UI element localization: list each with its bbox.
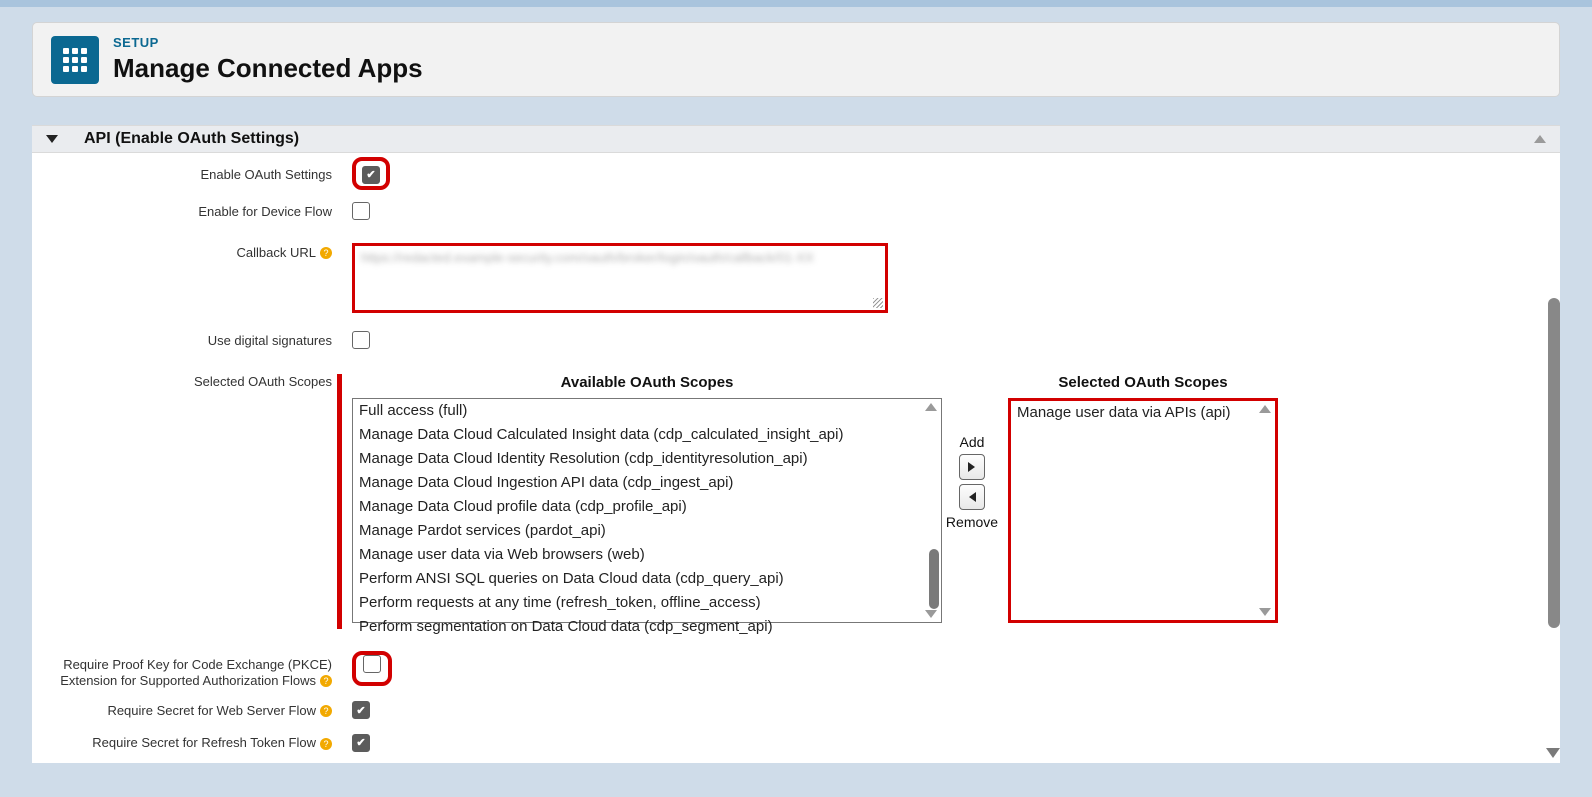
listbox-scroll-up-icon[interactable]: [1259, 405, 1271, 413]
resize-handle-icon[interactable]: [873, 298, 883, 308]
callback-url-input[interactable]: https://redacted.example-security.com/oa…: [352, 243, 888, 313]
enable-oauth-highlight: [352, 157, 390, 190]
pkce-highlight: [352, 651, 392, 686]
add-button[interactable]: [959, 454, 985, 480]
chevron-right-icon: [967, 461, 977, 473]
digital-signatures-checkbox[interactable]: [352, 331, 370, 349]
help-icon[interactable]: ?: [320, 247, 332, 259]
required-indicator: [337, 374, 342, 629]
collapse-toggle-icon[interactable]: [46, 135, 58, 143]
require-secret-refresh-label-text: Require Secret for Refresh Token Flow: [92, 735, 316, 750]
list-item[interactable]: Manage user data via APIs (api): [1011, 401, 1275, 425]
require-secret-web-checkbox[interactable]: [352, 701, 370, 719]
page-title: Manage Connected Apps: [113, 53, 423, 84]
digital-signatures-label: Use digital signatures: [32, 331, 342, 348]
require-pkce-label-text: Require Proof Key for Code Exchange (PKC…: [60, 657, 332, 688]
list-item[interactable]: Manage Data Cloud profile data (cdp_prof…: [353, 495, 941, 519]
help-icon[interactable]: ?: [320, 705, 332, 717]
require-secret-refresh-label: Require Secret for Refresh Token Flow?: [32, 733, 342, 750]
list-item[interactable]: Manage Data Cloud Ingestion API data (cd…: [353, 471, 941, 495]
list-item[interactable]: Manage Pardot services (pardot_api): [353, 519, 941, 543]
callback-url-label: Callback URL?: [32, 243, 342, 260]
available-scopes-listbox[interactable]: Full access (full) Manage Data Cloud Cal…: [352, 398, 942, 623]
enable-oauth-checkbox[interactable]: [362, 166, 380, 184]
list-item[interactable]: Perform segmentation on Data Cloud data …: [353, 615, 941, 639]
list-item[interactable]: Manage Data Cloud Calculated Insight dat…: [353, 423, 941, 447]
remove-button[interactable]: [959, 484, 985, 510]
app-launcher-icon[interactable]: [51, 36, 99, 84]
list-item[interactable]: Manage Data Cloud Identity Resolution (c…: [353, 447, 941, 471]
list-item[interactable]: Perform requests at any time (refresh_to…: [353, 591, 941, 615]
enable-device-flow-checkbox[interactable]: [352, 202, 370, 220]
grid-icon: [63, 48, 87, 72]
remove-label: Remove: [946, 514, 998, 530]
form-body: Enable OAuth Settings Enable for Device …: [32, 153, 1560, 763]
callback-url-value: https://redacted.example-security.com/oa…: [361, 250, 814, 265]
callback-url-label-text: Callback URL: [237, 245, 316, 260]
selected-scopes-listbox[interactable]: Manage user data via APIs (api): [1008, 398, 1278, 623]
list-item[interactable]: Full access (full): [353, 399, 941, 423]
require-secret-web-label: Require Secret for Web Server Flow?: [32, 701, 342, 718]
scroll-up-icon[interactable]: [1534, 135, 1546, 143]
page-header: SETUP Manage Connected Apps: [32, 22, 1560, 97]
help-icon[interactable]: ?: [320, 675, 332, 687]
listbox-scroll-down-icon[interactable]: [925, 610, 937, 618]
section-title: API (Enable OAuth Settings): [84, 130, 299, 148]
section-header[interactable]: API (Enable OAuth Settings): [32, 125, 1560, 153]
selected-scopes-label: Selected OAuth Scopes: [32, 374, 342, 389]
scopes-picker: Available OAuth Scopes Full access (full…: [352, 374, 1560, 623]
require-secret-refresh-checkbox[interactable]: [352, 734, 370, 752]
header-eyebrow: SETUP: [113, 35, 423, 50]
add-label: Add: [960, 434, 985, 450]
require-pkce-label: Require Proof Key for Code Exchange (PKC…: [32, 655, 342, 689]
enable-device-flow-label: Enable for Device Flow: [32, 202, 342, 219]
available-scopes-title: Available OAuth Scopes: [561, 374, 734, 391]
listbox-scroll-down-icon[interactable]: [1259, 608, 1271, 616]
help-icon[interactable]: ?: [320, 738, 332, 750]
listbox-scrollbar-thumb[interactable]: [929, 549, 939, 609]
scroll-down-icon[interactable]: [1546, 748, 1560, 758]
selected-scopes-title: Selected OAuth Scopes: [1058, 374, 1227, 391]
header-text: SETUP Manage Connected Apps: [113, 35, 423, 84]
chevron-left-icon: [967, 491, 977, 503]
require-pkce-checkbox[interactable]: [363, 655, 381, 673]
transfer-buttons: Add Remove: [942, 374, 1002, 530]
list-item[interactable]: Manage user data via Web browsers (web): [353, 543, 941, 567]
enable-oauth-label: Enable OAuth Settings: [32, 165, 342, 182]
require-secret-web-label-text: Require Secret for Web Server Flow: [107, 703, 316, 718]
list-item[interactable]: Perform ANSI SQL queries on Data Cloud d…: [353, 567, 941, 591]
listbox-scroll-up-icon[interactable]: [925, 403, 937, 411]
